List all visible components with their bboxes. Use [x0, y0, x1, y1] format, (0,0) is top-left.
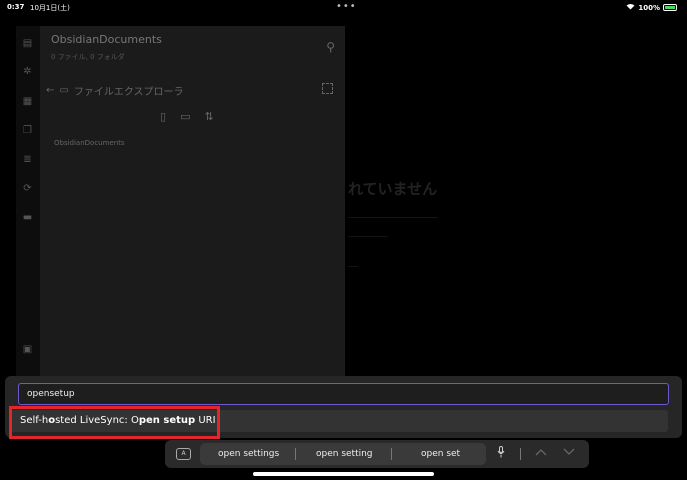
divider [348, 217, 438, 218]
vault-stats: 0 ファイル, 0 フォルダ [51, 53, 125, 61]
prediction-3[interactable]: open set [421, 449, 460, 459]
divider [348, 236, 388, 237]
layers-icon[interactable]: ≣ [22, 154, 33, 165]
new-folder-icon[interactable]: ▭ [180, 110, 190, 123]
microphone-icon[interactable] [497, 446, 505, 461]
status-time: 0:37 [7, 3, 25, 11]
prediction-2[interactable]: open setting [316, 449, 373, 459]
arrow-left-icon[interactable]: ← [46, 85, 54, 96]
left-ribbon: ▤ ✲ ▦ ❐ ≣ ⟳ ▬ ▣ [16, 26, 40, 386]
wifi-icon [626, 3, 635, 12]
status-right: 100% [626, 3, 677, 12]
battery-icon [663, 4, 677, 11]
chevron-up-icon[interactable] [535, 446, 547, 459]
divider [348, 266, 358, 267]
explorer-toolbar: ▯ ▭ ⇅ [160, 110, 214, 123]
vault-title: ObsidianDocuments [51, 33, 162, 46]
keyboard-toggle-icon[interactable]: A [176, 448, 191, 460]
chevron-down-icon[interactable] [563, 446, 575, 459]
prediction-bar: open settings open setting open set [200, 443, 486, 465]
empty-state-text: れていません [348, 180, 438, 198]
sync-icon[interactable]: ⟳ [22, 183, 33, 194]
prediction-separator [391, 448, 392, 460]
explorer-label: ファイルエクスプローラ [73, 87, 184, 98]
multitasking-dots[interactable]: ••• [336, 1, 357, 12]
pin-icon[interactable]: ⚲ [326, 40, 335, 54]
prediction-separator [295, 448, 296, 460]
command-search-input[interactable] [18, 383, 669, 405]
graph-icon[interactable]: ✲ [22, 66, 33, 77]
status-date: 10月1日(土) [30, 4, 70, 12]
new-file-icon[interactable]: ▯ [160, 110, 166, 123]
keyboard-shortcut-bar: A open settings open setting open set [165, 440, 589, 468]
file-sidebar: ObsidianDocuments 0 ファイル, 0 フォルダ ⚲ ← ▭ フ… [40, 26, 345, 376]
archive-icon[interactable]: ▬ [22, 212, 33, 223]
bar-separator [520, 448, 521, 460]
copy-icon[interactable]: ❐ [22, 125, 33, 136]
help-icon[interactable]: ▣ [22, 344, 33, 355]
status-bar: 0:37 10月1日(土) ••• 100% [0, 0, 687, 14]
expand-icon[interactable] [322, 83, 333, 94]
explorer-header: ← ▭ ファイルエクスプローラ [46, 83, 184, 98]
home-indicator[interactable] [253, 472, 434, 476]
folder-icon: ▭ [59, 85, 69, 96]
highlight-annotation [9, 406, 220, 439]
files-icon[interactable]: ▤ [22, 38, 33, 49]
prediction-1[interactable]: open settings [218, 449, 279, 459]
sort-icon[interactable]: ⇅ [204, 110, 213, 123]
folder-item[interactable]: ObsidianDocuments [54, 139, 125, 147]
calendar-icon[interactable]: ▦ [22, 96, 33, 107]
battery-percent: 100% [638, 3, 660, 12]
